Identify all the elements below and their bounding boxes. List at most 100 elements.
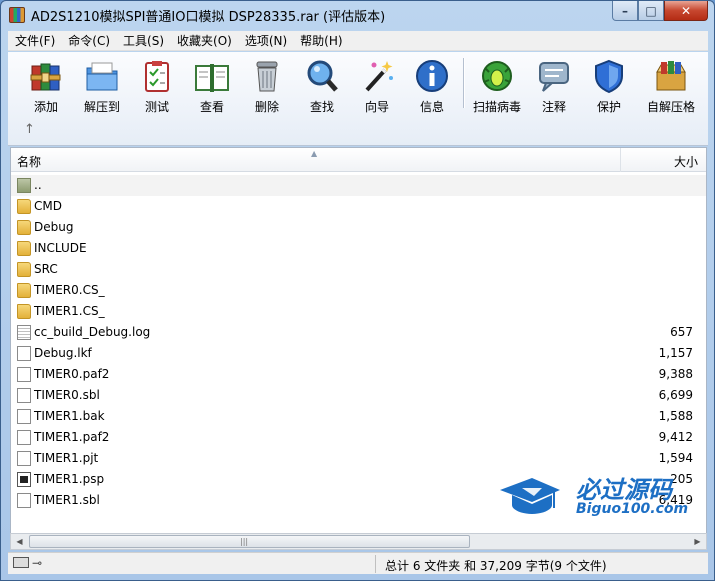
table-row[interactable]: TIMER0.sbl 6,699 [11,385,706,406]
add-label: 添加 [33,100,58,114]
table-row[interactable]: INCLUDE [11,238,706,259]
find-label: 查找 [309,100,334,114]
find-button[interactable]: 查找 [294,55,350,114]
comment-label: 注释 [541,100,566,114]
menu-file[interactable]: 文件(F) [8,32,61,49]
file-size: 9,412 [658,430,693,444]
status-summary: 总计 6 文件夹 和 37,209 字节(9 个文件) [385,559,607,573]
comment-button[interactable]: 注释 [526,55,582,114]
winrar-app-icon[interactable] [9,7,25,23]
up-one-level-arrow-icon[interactable]: ↑ [24,122,35,137]
table-row[interactable]: TIMER1.paf2 9,412 [11,427,706,448]
sort-ascending-icon: ▲ [311,149,318,158]
table-row[interactable]: SRC [11,259,706,280]
comment-icon [536,58,572,94]
sfx-button[interactable]: 自解压格 [636,55,706,114]
column-name-header[interactable]: 名称 [17,153,41,170]
file-name: Debug [34,220,74,234]
virus-scan-label: 扫描病毒 [472,100,521,114]
file-list: 名称 ▲ 大小 .. CMD Debug INCLUDE SRC TIMER0.CS_ TI… [10,147,707,534]
menu-tools[interactable]: 工具(S) [116,32,170,49]
table-row[interactable]: TIMER1.bak 1,588 [11,406,706,427]
file-name: TIMER1.bak [34,409,105,423]
file-size: 657 [670,325,693,339]
file-icon [17,430,31,445]
table-row[interactable]: TIMER1.CS_ [11,301,706,322]
toolbar: 添加 解压到 测试 查看 删除 查找 向导 信息 扫描病毒 注释 保护 自解压格… [8,52,708,146]
table-row[interactable]: Debug.lkf 1,157 [11,343,706,364]
shield-icon [591,58,627,94]
horizontal-scrollbar[interactable]: ◀ ||| ▶ [10,533,707,550]
column-size-header[interactable]: 大小 [620,148,706,172]
delete-label: 删除 [254,100,279,114]
file-name: TIMER0.paf2 [34,367,110,381]
test-button[interactable]: 测试 [129,55,185,114]
table-row[interactable]: .. [11,175,706,196]
test-icon [139,58,175,94]
file-size: 1,157 [658,346,693,360]
table-row[interactable]: Debug [11,217,706,238]
extract-to-button[interactable]: 解压到 [74,55,130,114]
file-name: CMD [34,199,62,213]
virus-scan-button[interactable]: 扫描病毒 [469,55,525,114]
parent-folder-icon [17,178,31,193]
maximize-button[interactable]: □ [638,1,664,21]
add-archive-icon [28,58,64,94]
virus-scan-icon [479,58,515,94]
table-row[interactable]: CMD [11,196,706,217]
scroll-thumb[interactable]: ||| [29,535,470,548]
view-label: 查看 [199,100,224,114]
file-name: SRC [34,262,58,276]
title-bar[interactable]: AD2S1210模拟SPI普通IO口模拟 DSP28335.rar (评估版本)… [1,1,714,29]
add-button[interactable]: 添加 [18,55,74,114]
folder-icon [17,262,31,277]
folder-icon [17,283,31,298]
program-file-icon [17,472,31,487]
minimize-button[interactable]: – [612,1,638,21]
watermark-title: 必过源码 [576,476,672,504]
menu-favorites[interactable]: 收藏夹(O) [170,32,238,49]
drive-icon[interactable] [13,557,29,568]
test-label: 测试 [144,100,169,114]
toolbar-separator [463,58,464,108]
app-window: AD2S1210模拟SPI普通IO口模拟 DSP28335.rar (评估版本)… [0,0,715,581]
file-name: TIMER1.paf2 [34,430,110,444]
menu-help[interactable]: 帮助(H) [293,32,348,49]
protect-button[interactable]: 保护 [581,55,637,114]
window-title: AD2S1210模拟SPI普通IO口模拟 DSP28335.rar (评估版本) [31,10,386,25]
info-label: 信息 [419,100,444,114]
table-row[interactable]: TIMER0.paf2 9,388 [11,364,706,385]
view-book-icon [194,58,230,94]
folder-icon [17,199,31,214]
wizard-label: 向导 [364,100,389,114]
table-row[interactable]: TIMER0.CS_ [11,280,706,301]
scroll-right-icon[interactable]: ▶ [689,534,706,549]
menu-command[interactable]: 命令(C) [61,32,116,49]
file-name: .. [34,178,42,192]
info-button[interactable]: 信息 [404,55,460,114]
folder-icon [17,241,31,256]
table-row[interactable]: cc_build_Debug.log 657 [11,322,706,343]
table-row[interactable]: TIMER1.pjt 1,594 [11,448,706,469]
folder-icon [17,220,31,235]
file-icon [17,388,31,403]
file-name: TIMER1.pjt [34,451,99,465]
wizard-button[interactable]: 向导 [349,55,405,114]
file-icon [17,409,31,424]
key-icon[interactable]: ⊸ [32,556,42,570]
column-size-label: 大小 [673,155,698,169]
file-icon [17,367,31,382]
watermark: 必过源码 Biguo100.com [498,468,698,528]
scroll-left-icon[interactable]: ◀ [11,534,28,549]
magnifier-icon [304,58,340,94]
close-button[interactable]: ✕ [664,1,708,21]
file-name: TIMER1.psp [34,472,105,486]
delete-button[interactable]: 删除 [239,55,295,114]
file-name: TIMER1.CS_ [34,304,105,318]
menu-options[interactable]: 选项(N) [238,32,293,49]
view-button[interactable]: 查看 [184,55,240,114]
watermark-url: Biguo100.com [576,501,689,517]
list-header: 名称 ▲ 大小 [11,148,706,172]
sfx-box-icon [653,58,689,94]
scroll-grip-icon: ||| [240,537,249,546]
